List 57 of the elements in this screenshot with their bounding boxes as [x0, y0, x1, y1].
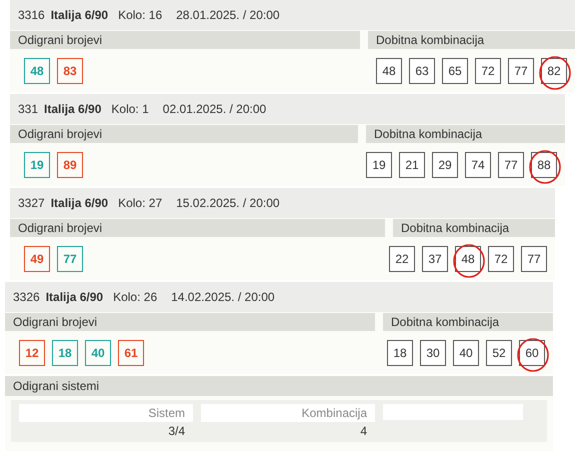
- played-number: 49: [24, 246, 50, 272]
- section-header: Odigrani brojevi: [10, 31, 360, 49]
- played-number: 48: [24, 58, 50, 84]
- winning-number: 30: [420, 340, 446, 366]
- game-name: Italija 6/90: [44, 101, 102, 118]
- winning-number: 77: [521, 246, 547, 272]
- winning-number: 19: [366, 152, 392, 178]
- ticket-id: 331: [18, 101, 38, 118]
- draw-date: 02.01.2025. / 20:00: [162, 101, 266, 118]
- section-header: Dobitna kombinacija: [393, 219, 555, 237]
- round-label: Kolo: 1: [111, 101, 149, 118]
- section-header: Odigrani brojevi: [5, 313, 375, 331]
- section-header: Odigrani brojevi: [10, 125, 358, 143]
- played-number: 18: [52, 340, 78, 366]
- draw-date: 14.02.2025. / 20:00: [171, 289, 275, 306]
- winning-number: 22: [389, 246, 415, 272]
- winning-number: 52: [486, 340, 512, 366]
- game-name: Italija 6/90: [50, 7, 108, 24]
- winning-number: 18: [387, 340, 413, 366]
- played-number: 89: [57, 152, 83, 178]
- played-number: 40: [85, 340, 111, 366]
- column-header: Sistem: [19, 404, 193, 422]
- played-number: 12: [19, 340, 45, 366]
- section-header: Odigrani sistemi: [5, 376, 553, 396]
- ticket-id: 3327: [18, 195, 45, 212]
- winning-number: 77: [498, 152, 524, 178]
- ticket-id: 3316: [18, 7, 45, 24]
- table-cell-text: 3/4: [167, 423, 186, 440]
- winning-number: 72: [475, 58, 501, 84]
- section-header: Odigrani brojevi: [10, 219, 385, 237]
- section-header: Dobitna kombinacija: [366, 125, 565, 143]
- winning-number: 65: [442, 58, 468, 84]
- winning-number: 21: [399, 152, 425, 178]
- draw-date: 15.02.2025. / 20:00: [176, 195, 280, 212]
- section-header: Dobitna kombinacija: [383, 313, 553, 331]
- draw-date: 28.01.2025. / 20:00: [176, 7, 280, 24]
- winning-number: 37: [422, 246, 448, 272]
- winning-number: 63: [409, 58, 435, 84]
- ticket-id: 3326: [13, 289, 40, 306]
- game-name: Italija 6/90: [46, 289, 104, 306]
- winning-number: 77: [508, 58, 534, 84]
- round-label: Kolo: 16: [118, 7, 162, 24]
- winning-number: 72: [488, 246, 514, 272]
- winning-number: 48: [376, 58, 402, 84]
- played-number: 19: [24, 152, 50, 178]
- played-number: 77: [57, 246, 83, 272]
- column-header: Kombinacija: [201, 404, 375, 422]
- round-label: Kolo: 27: [118, 195, 162, 212]
- played-number: 83: [57, 58, 83, 84]
- game-name: Italija 6/90: [50, 195, 108, 212]
- winning-number: 74: [465, 152, 491, 178]
- section-header: Dobitna kombinacija: [368, 31, 575, 49]
- winning-number: 29: [432, 152, 458, 178]
- round-label: Kolo: 26: [113, 289, 158, 306]
- winning-number: 40: [453, 340, 479, 366]
- played-number: 61: [118, 340, 144, 366]
- table-cell-text: 4: [359, 423, 368, 440]
